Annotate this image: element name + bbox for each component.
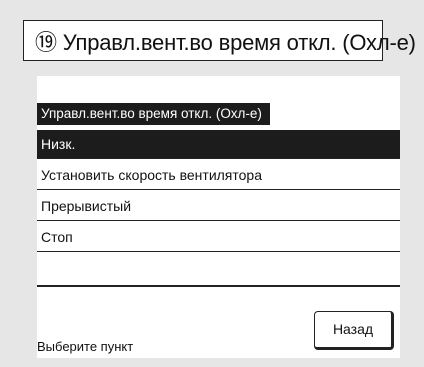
- back-button[interactable]: Назад: [314, 311, 394, 350]
- menu-item-intermittent[interactable]: Прерывистый: [37, 192, 400, 221]
- menu-item-label: Стоп: [41, 229, 73, 245]
- menu-item-low[interactable]: Низк.: [37, 130, 400, 159]
- back-button-label: Назад: [332, 321, 374, 337]
- menu-item-label: Прерывистый: [41, 198, 132, 214]
- controller-screen: Управл.вент.во время откл. (Охл-е) Низк.…: [37, 76, 400, 358]
- status-prompt: Выберите пункт: [37, 339, 134, 354]
- page-title: ⑲ Управл.вент.во время откл. (Охл-е): [23, 20, 416, 61]
- screen-header: Управл.вент.во время откл. (Охл-е): [37, 103, 270, 125]
- menu-empty-row: [37, 254, 400, 287]
- page-title-text: ⑲ Управл.вент.во время откл. (Охл-е): [35, 29, 416, 55]
- menu-item-stop[interactable]: Стоп: [37, 223, 400, 252]
- menu-item-label: Низк.: [41, 136, 76, 152]
- menu-item-label: Установить скорость вентилятора: [41, 167, 262, 183]
- menu-item-set-fan-speed[interactable]: Установить скорость вентилятора: [37, 161, 400, 190]
- option-menu: Низк. Установить скорость вентилятора Пр…: [37, 130, 400, 287]
